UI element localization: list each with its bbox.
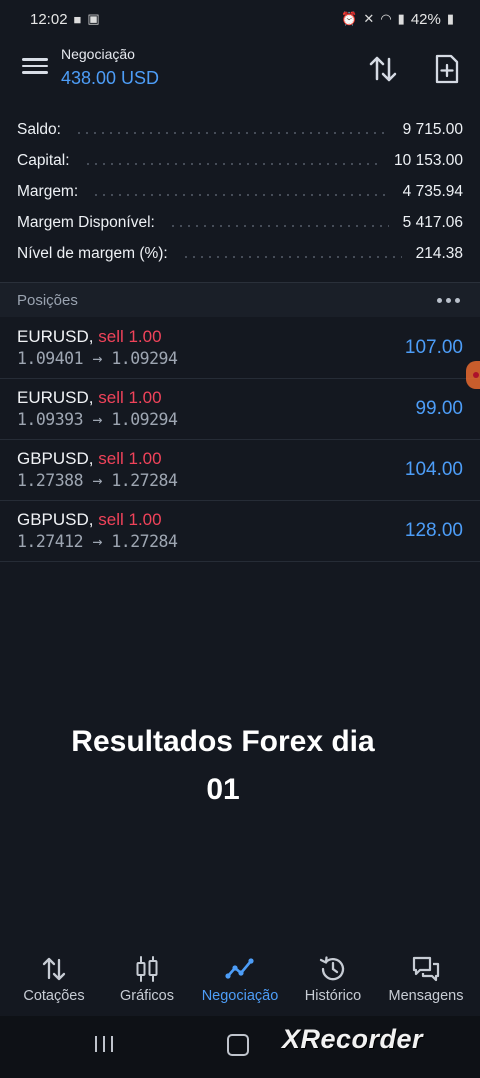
home-icon[interactable]: [227, 1034, 249, 1056]
position-symbol: EURUSD,: [17, 327, 94, 346]
caption-line-2: 01: [206, 773, 240, 806]
wifi-icon: ◠: [380, 11, 392, 26]
summary-row-margin-level: Nível de margem (%): 214.38: [17, 244, 463, 262]
bottom-nav: Cotações Gráficos Negociação Histórico M…: [0, 950, 480, 1014]
candlestick-icon: [136, 956, 158, 982]
sort-arrows-icon[interactable]: [366, 52, 400, 86]
recording-icon: ▣: [87, 11, 100, 26]
positions-header: Posições: [0, 283, 480, 317]
summary-row-balance: Saldo: 9 715.00: [17, 120, 463, 138]
position-symbol: GBPUSD,: [17, 510, 94, 529]
position-prices: 1.27388 → 1.27284: [17, 471, 178, 490]
video-caption: Resultados Forex dia 01: [0, 718, 446, 814]
nav-history[interactable]: Histórico: [287, 950, 379, 1014]
new-order-icon[interactable]: [430, 52, 464, 86]
position-prices: 1.09393 → 1.09294: [17, 410, 178, 429]
position-side: sell 1.00: [98, 449, 162, 468]
position-profit: 104.00: [404, 459, 463, 480]
mute-icon: ✕: [363, 11, 375, 26]
menu-icon[interactable]: [22, 54, 48, 76]
position-symbol: EURUSD,: [17, 388, 94, 407]
account-summary: Saldo: 9 715.00 Capital: 10 153.00 Margem:…: [0, 114, 480, 269]
position-profit: 99.00: [415, 398, 463, 419]
chat-icon: [412, 956, 440, 982]
nav-charts[interactable]: Gráficos: [101, 950, 193, 1014]
page-title: Negociação: [61, 46, 135, 62]
sort-arrows-icon: [42, 957, 66, 981]
caption-line-1: Resultados Forex dia: [71, 725, 375, 758]
trend-line-icon: [225, 958, 254, 979]
nav-trade[interactable]: Negociação: [194, 950, 286, 1014]
more-options-icon[interactable]: [437, 297, 460, 303]
summary-row-margin: Margem: 4 735.94: [17, 182, 463, 200]
position-side: sell 1.00: [98, 327, 162, 346]
status-time: 12:02: [30, 10, 68, 28]
position-prices: 1.27412 → 1.27284: [17, 532, 178, 551]
position-symbol: GBPUSD,: [17, 449, 94, 468]
battery-percent: 42%: [410, 10, 441, 28]
summary-row-equity: Capital: 10 153.00: [17, 151, 463, 169]
position-row[interactable]: EURUSD, sell 1.00 1.09401 → 1.09294 107.…: [0, 318, 480, 389]
position-prices: 1.09401 → 1.09294: [17, 349, 178, 368]
summary-row-free-margin: Margem Disponível: 5 417.06: [17, 213, 463, 231]
battery-icon: ▮: [446, 11, 454, 26]
position-row[interactable]: EURUSD, sell 1.00 1.09393 → 1.09294 99.0…: [0, 379, 480, 440]
position-row[interactable]: GBPUSD, sell 1.00 1.27388 → 1.27284 104.…: [0, 440, 480, 501]
watermark: XRecorder: [282, 1024, 424, 1054]
position-side: sell 1.00: [98, 388, 162, 407]
positions-list: EURUSD, sell 1.00 1.09401 → 1.09294 107.…: [0, 318, 480, 562]
position-profit: 128.00: [404, 520, 463, 541]
app-bar: Negociação 438.00 USD: [0, 40, 480, 98]
signal-icon: ▮: [397, 11, 405, 26]
history-icon: [319, 956, 345, 981]
nav-quotes[interactable]: Cotações: [8, 950, 100, 1014]
nav-messages[interactable]: Mensagens: [380, 950, 472, 1014]
alarm-icon: ⏰: [341, 11, 358, 26]
status-bar: 12:02 ■ ▣ ⏰ ✕ ◠ ▮ 42% ▮: [0, 0, 480, 38]
video-camera-icon: ■: [73, 11, 82, 27]
position-profit: 107.00: [404, 337, 463, 358]
positions-title: Posições: [17, 291, 78, 309]
recent-apps-icon[interactable]: [92, 1036, 116, 1057]
position-row[interactable]: GBPUSD, sell 1.00 1.27412 → 1.27284 128.…: [0, 501, 480, 562]
account-balance: 438.00 USD: [61, 68, 160, 88]
position-side: sell 1.00: [98, 510, 162, 529]
